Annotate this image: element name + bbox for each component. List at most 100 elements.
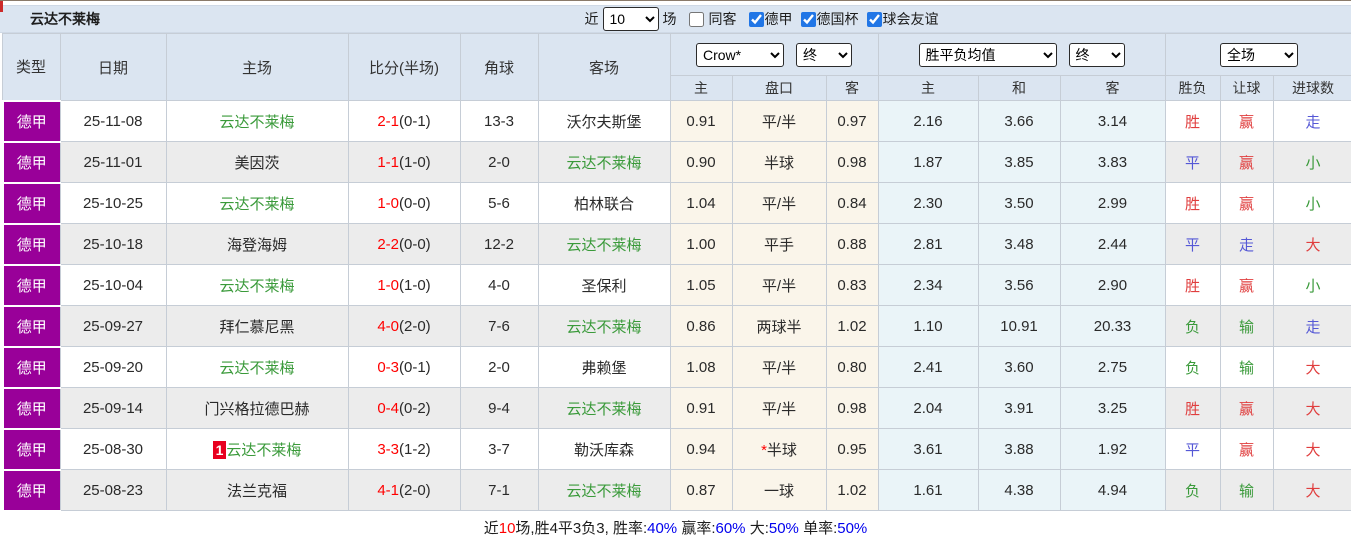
handicap-line: 两球半 — [756, 318, 802, 336]
home-team-name: 门兴格拉德巴赫 — [204, 400, 310, 418]
full-time-score: 0-3 — [377, 358, 399, 376]
match-row: 德甲 25-11-01 美因茨 1-1(1-0) 2-0 云达不莱梅 0.90 … — [0, 140, 1351, 184]
half-time-score: (1-0) — [399, 276, 431, 294]
bookmaker-select[interactable]: Crow* — [696, 42, 784, 67]
handicap-home-odds: 1.04 — [669, 182, 733, 224]
average-time-select[interactable]: 终 — [1068, 42, 1125, 67]
home-team-name: 云达不莱梅 — [219, 195, 295, 213]
subheader-handicap-home: 主 — [669, 75, 733, 101]
summary-segment: 10 — [498, 519, 516, 537]
page-title: 云达不莱梅 — [30, 11, 100, 27]
away-team-name: 弗赖堡 — [581, 359, 627, 377]
avg-home-odds: 2.04 — [877, 387, 979, 429]
away-team-name: 沃尔夫斯堡 — [566, 113, 642, 131]
recent-count-select[interactable]: 10 — [602, 7, 659, 31]
match-result: 平 — [1164, 223, 1221, 265]
avg-home-odds: 2.81 — [877, 223, 979, 265]
match-result: 负 — [1164, 305, 1221, 347]
away-team-cell: 云达不莱梅 — [537, 223, 671, 265]
match-row: 德甲 25-10-04 云达不莱梅 1-0(1-0) 4-0 圣保利 1.05 … — [0, 263, 1351, 307]
match-date: 25-08-23 — [59, 469, 167, 511]
average-odds-select[interactable]: 胜平负均值 — [918, 42, 1057, 67]
home-team-name: 拜仁慕尼黑 — [219, 318, 295, 336]
league-badge: 德甲 — [0, 386, 61, 430]
home-team-name: 法兰克福 — [226, 482, 287, 500]
match-result: 负 — [1164, 469, 1221, 511]
avg-away-odds: 2.44 — [1059, 223, 1166, 265]
match-result: 胜 — [1164, 182, 1221, 224]
away-team-cell: 云达不莱梅 — [537, 305, 671, 347]
full-time-score: 3-3 — [377, 440, 399, 458]
handicap-line-cell: *半球 — [731, 428, 827, 470]
home-team-cell: 云达不莱梅 — [165, 182, 349, 224]
league-dfb-pokal-checkbox[interactable] — [800, 11, 816, 27]
handicap-home-odds: 0.86 — [669, 305, 733, 347]
handicap-home-odds: 0.90 — [669, 141, 733, 183]
top-filter-bar: 云达不莱梅 近 10 场 同客 德甲 德国杯 球会友谊 — [0, 5, 1351, 33]
same-venue-checkbox[interactable] — [688, 11, 704, 27]
match-result: 胜 — [1164, 387, 1221, 429]
avg-home-odds: 2.30 — [877, 182, 979, 224]
summary-bar: 近10场,胜4平3负3, 胜率:40% 赢率:60% 大:50% 单率:50% — [0, 512, 1351, 546]
match-row: 德甲 25-09-20 云达不莱梅 0-3(0-1) 2-0 弗赖堡 1.08 … — [0, 345, 1351, 389]
handicap-result: 赢 — [1219, 264, 1274, 306]
league-bundesliga-checkbox[interactable] — [748, 11, 764, 27]
handicap-line: 半球 — [763, 154, 794, 172]
handicap-home-odds: 1.08 — [669, 346, 733, 388]
away-team-cell: 弗赖堡 — [537, 346, 671, 388]
half-time-score: (0-1) — [399, 358, 431, 376]
handicap-line: 一球 — [763, 482, 794, 500]
avg-home-odds: 1.87 — [877, 141, 979, 183]
handicap-line-cell: 平/半 — [731, 264, 827, 306]
full-time-score: 2-1 — [377, 112, 399, 130]
filter-controls: 近 10 场 同客 德甲 德国杯 球会友谊 — [581, 7, 939, 31]
handicap-home-odds: 1.00 — [669, 223, 733, 265]
home-team-cell: 海登海姆 — [165, 223, 349, 265]
avg-home-odds: 1.61 — [877, 469, 979, 511]
corners-cell: 3-7 — [459, 428, 539, 470]
corners-cell: 12-2 — [459, 223, 539, 265]
match-table-body: 德甲 25-11-08 云达不莱梅 2-1(0-1) 13-3 沃尔夫斯堡 0.… — [0, 99, 1351, 512]
avg-home-odds: 2.16 — [877, 100, 979, 142]
full-time-score: 0-4 — [377, 399, 399, 417]
goals-result: 大 — [1272, 428, 1351, 470]
goals-result: 走 — [1272, 305, 1351, 347]
home-team-name: 海登海姆 — [226, 236, 287, 254]
subheader-avg-away: 客 — [1059, 75, 1166, 101]
handicap-result: 赢 — [1219, 428, 1274, 470]
home-team-name: 云达不莱梅 — [219, 359, 295, 377]
handicap-result: 走 — [1219, 223, 1274, 265]
full-time-score: 2-2 — [377, 235, 399, 253]
handicap-result: 赢 — [1219, 387, 1274, 429]
summary-segment: 40% — [647, 519, 678, 537]
match-date: 25-09-14 — [59, 387, 167, 429]
games-label: 场 — [662, 11, 677, 27]
handicap-time-select[interactable]: 终 — [796, 42, 852, 67]
away-team-name: 云达不莱梅 — [566, 236, 642, 254]
match-scope-select[interactable]: 全场 — [1220, 42, 1299, 67]
score-cell: 4-1(2-0) — [347, 469, 461, 511]
avg-draw-odds: 3.88 — [977, 428, 1061, 470]
col-header-date: 日期 — [59, 33, 167, 101]
away-team-name: 云达不莱梅 — [566, 318, 642, 336]
half-time-score: (1-0) — [399, 153, 431, 171]
summary-segment: 50% — [837, 519, 868, 537]
handicap-result: 输 — [1219, 346, 1274, 388]
away-team-cell: 云达不莱梅 — [537, 141, 671, 183]
home-team-name: 美因茨 — [234, 154, 280, 172]
handicap-line: 平/半 — [761, 113, 797, 131]
score-cell: 1-0(0-0) — [347, 182, 461, 224]
home-team-name: 云达不莱梅 — [226, 441, 302, 459]
handicap-result: 赢 — [1219, 100, 1274, 142]
avg-home-odds: 2.34 — [877, 264, 979, 306]
away-team-cell: 云达不莱梅 — [537, 469, 671, 511]
handicap-home-odds: 0.94 — [669, 428, 733, 470]
goals-result: 小 — [1272, 182, 1351, 224]
col-header-score: 比分(半场) — [347, 33, 461, 101]
handicap-line-cell: 平/半 — [731, 387, 827, 429]
home-team-name: 云达不莱梅 — [219, 113, 295, 131]
half-time-score: (2-0) — [399, 317, 431, 335]
league-badge: 德甲 — [0, 345, 61, 389]
goals-result: 大 — [1272, 469, 1351, 511]
league-friendly-checkbox[interactable] — [866, 11, 882, 27]
